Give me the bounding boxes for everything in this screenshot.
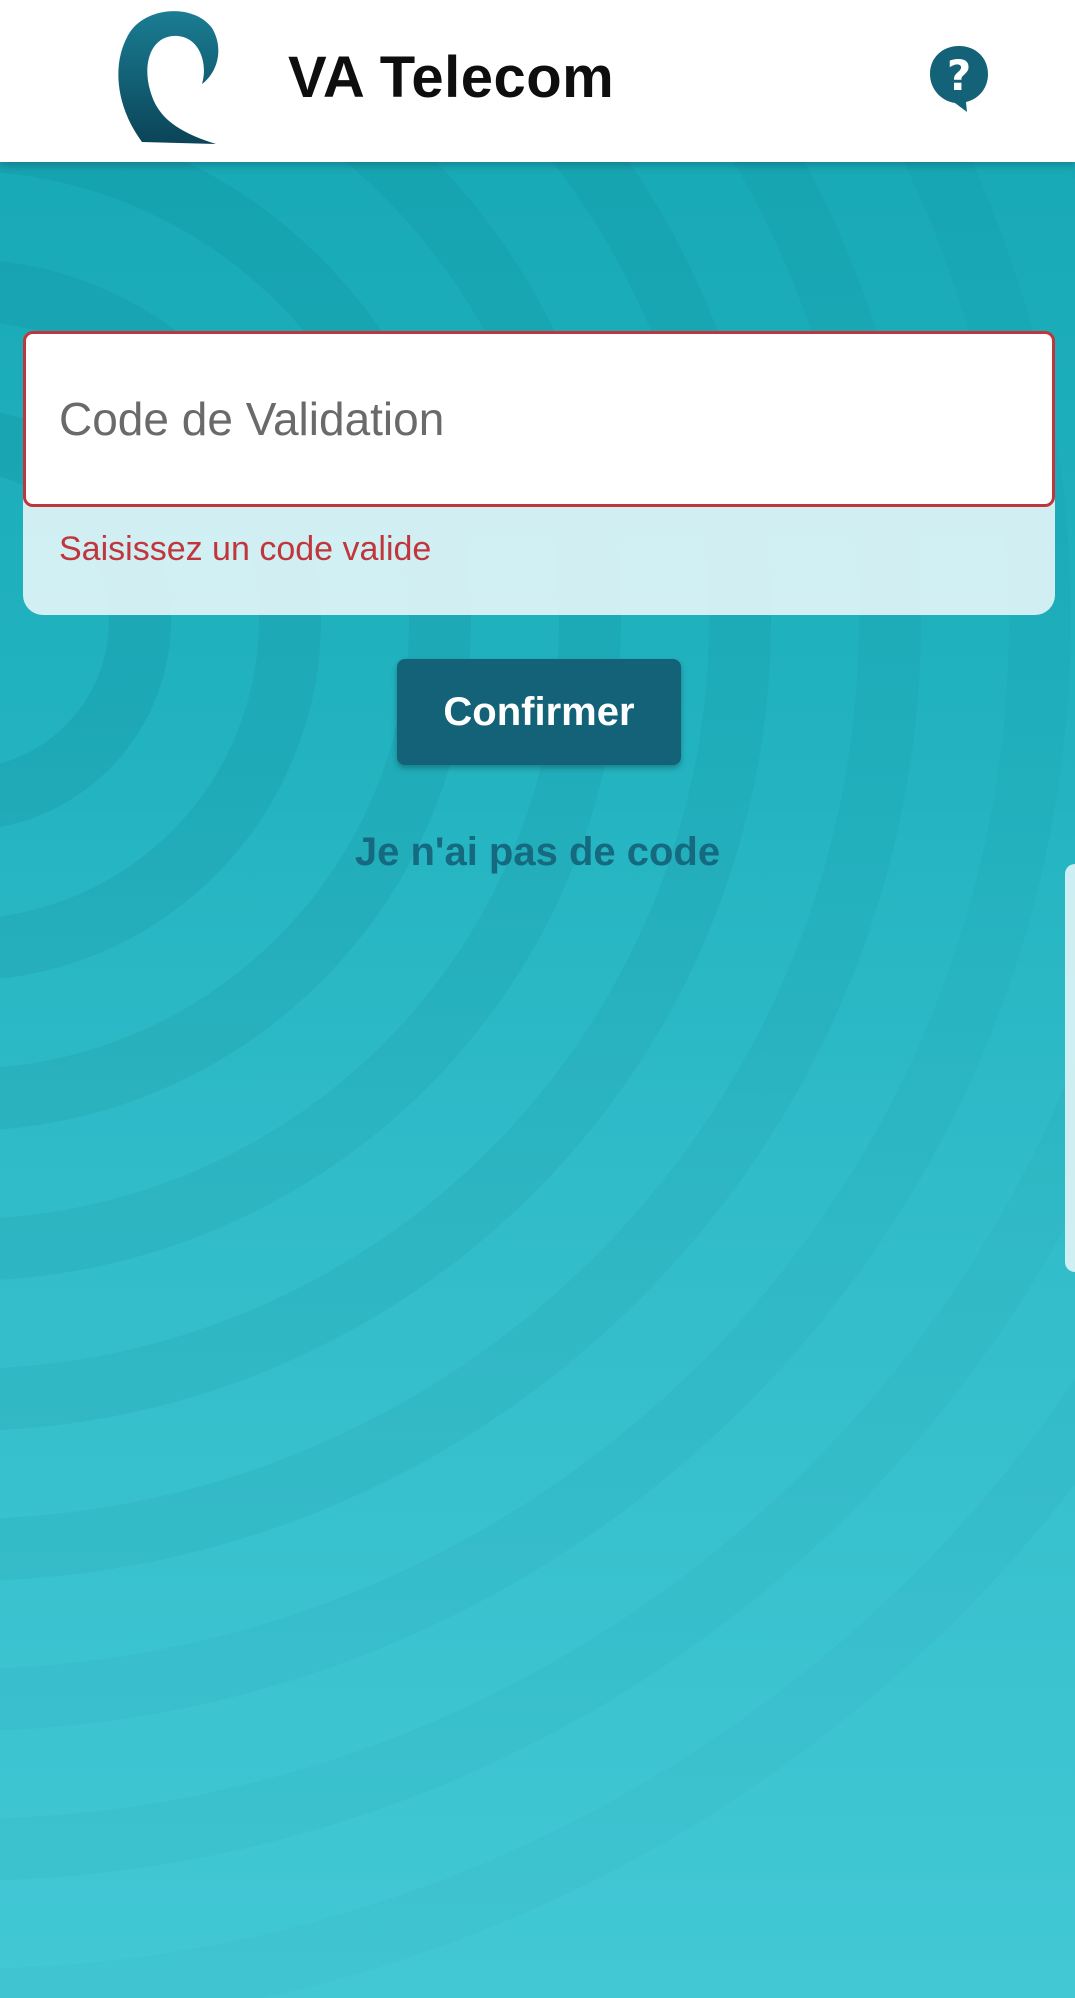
- error-message: Saisissez un code valide: [59, 530, 432, 568]
- svg-text:?: ?: [947, 51, 971, 100]
- confirm-button[interactable]: Confirmer: [397, 659, 681, 765]
- validation-code-field[interactable]: [23, 331, 1055, 507]
- background-waves: [0, 0, 1075, 1998]
- no-code-link[interactable]: Je n'ai pas de code: [0, 830, 1075, 875]
- wave-pattern: [0, 0, 1071, 1731]
- side-edge-handle[interactable]: [1065, 864, 1075, 1272]
- app-title: VA Telecom: [288, 45, 615, 110]
- help-question-icon[interactable]: ?: [928, 44, 990, 112]
- validation-code-input[interactable]: [26, 334, 1052, 504]
- app-header: VA Telecom ?: [0, 0, 1075, 162]
- va-telecom-logo-icon: [112, 8, 224, 146]
